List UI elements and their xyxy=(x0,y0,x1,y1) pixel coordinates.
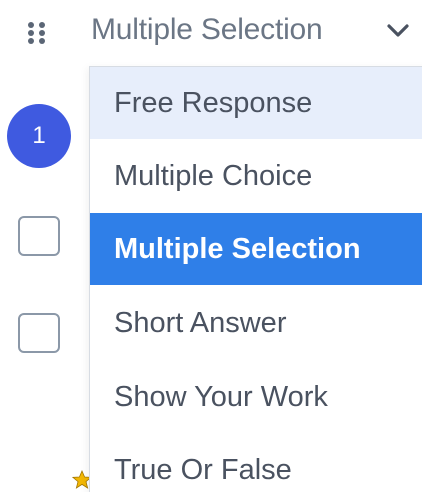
chevron-down-icon[interactable] xyxy=(387,24,409,38)
option-multiple-choice[interactable]: Multiple Choice xyxy=(90,140,422,212)
option-free-response[interactable]: Free Response xyxy=(90,67,422,139)
selected-question-type: Multiple Selection xyxy=(91,13,323,46)
option-show-your-work[interactable]: Show Your Work xyxy=(90,361,422,433)
answer-checkbox[interactable] xyxy=(18,216,60,256)
question-editor: Multiple Selection 1 Free Response Multi… xyxy=(0,0,422,492)
question-type-select[interactable]: Multiple Selection xyxy=(78,0,422,64)
option-short-answer[interactable]: Short Answer xyxy=(90,287,422,359)
step-number-badge: 1 xyxy=(7,104,71,168)
answer-checkbox[interactable] xyxy=(18,313,60,353)
drag-handle-icon[interactable] xyxy=(26,21,50,45)
option-multiple-selection[interactable]: Multiple Selection xyxy=(90,213,422,285)
option-true-or-false[interactable]: True Or False xyxy=(90,434,422,492)
question-type-dropdown: Free Response Multiple Choice Multiple S… xyxy=(89,66,422,492)
